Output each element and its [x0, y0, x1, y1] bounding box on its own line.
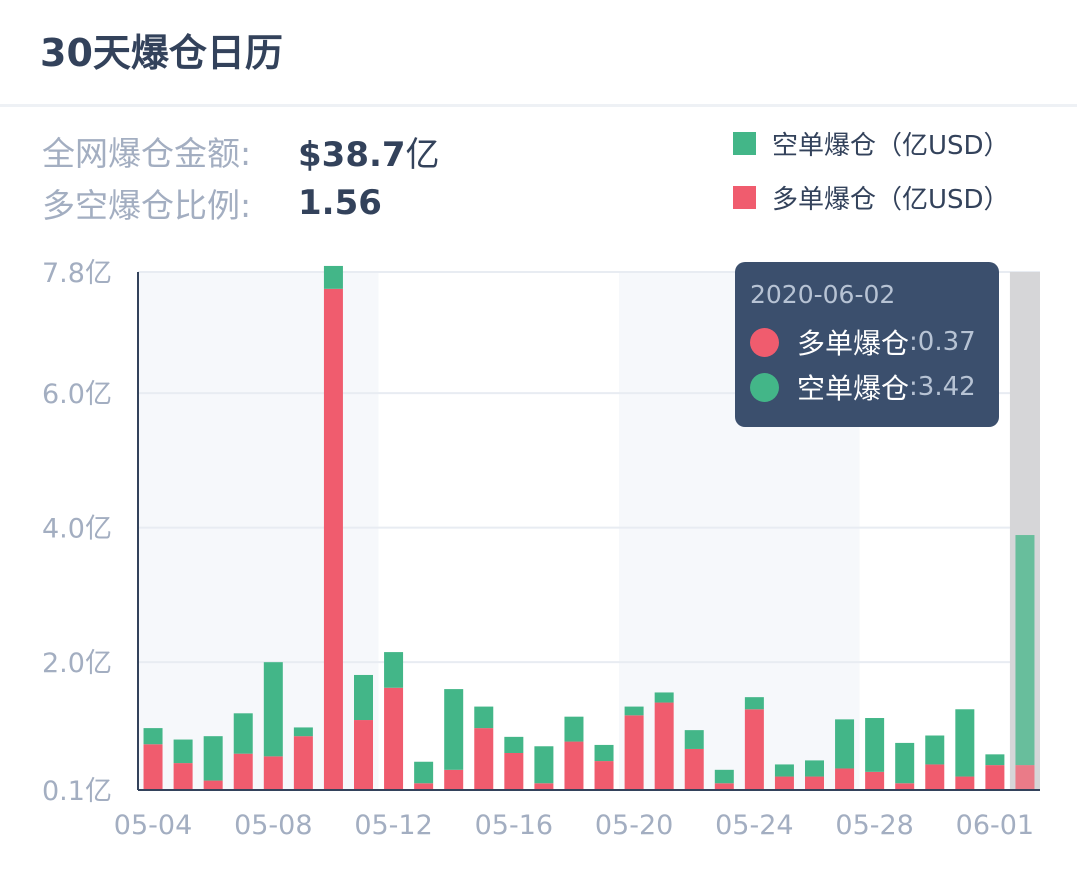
bar-short-05-16[interactable] [504, 736, 524, 753]
y-tick-label: 0.1亿 [42, 776, 112, 807]
x-tick-label: 05-04 [114, 810, 192, 841]
bar-short-05-20[interactable] [624, 706, 644, 716]
y-tick-label: 7.8亿 [42, 258, 112, 289]
bar-short-05-26[interactable] [805, 760, 824, 777]
bar-long-05-16[interactable] [504, 753, 524, 790]
chart-y-tick-labels: 0.1亿 2.0亿 4.0亿 6.0亿 7.8亿 [42, 258, 112, 807]
bar-long-05-12[interactable] [384, 687, 404, 790]
x-tick-label: 05-24 [715, 810, 793, 841]
bar-long-05-24[interactable] [744, 709, 764, 790]
bar-long-05-10[interactable] [323, 288, 343, 790]
chart-x-tick-labels: 05-04 05-08 05-12 05-16 05-20 05-24 05-28 06-01 [114, 810, 1034, 841]
tooltip-dot-short [750, 372, 779, 402]
bar-long-05-11[interactable] [354, 720, 373, 790]
bar-long-05-28[interactable] [865, 771, 885, 790]
x-tick-label: 05-20 [595, 810, 673, 841]
bar-short-05-23[interactable] [714, 769, 734, 784]
bar-long-05-17[interactable] [534, 783, 554, 790]
bar-long-05-23[interactable] [714, 783, 734, 790]
bar-long-05-21[interactable] [654, 702, 674, 790]
bar-short-05-06[interactable] [203, 736, 223, 781]
bar-short-06-01[interactable] [985, 754, 1005, 766]
bar-long-05-08[interactable] [263, 756, 283, 790]
x-tick-label: 05-12 [354, 810, 432, 841]
x-tick-label: 05-08 [234, 810, 312, 841]
y-tick-label: 6.0亿 [42, 379, 112, 410]
bar-short-05-25[interactable] [774, 764, 794, 777]
bar-long-05-25[interactable] [774, 776, 794, 790]
tooltip-sep-short: : [909, 372, 918, 402]
bar-short-05-30[interactable] [925, 735, 945, 765]
bar-long-05-26[interactable] [805, 776, 824, 790]
tooltip-sep-long: : [909, 327, 918, 357]
bar-long-05-22[interactable] [684, 748, 704, 790]
bar-short-05-05[interactable] [173, 739, 193, 764]
bar-long-05-05[interactable] [173, 763, 193, 790]
bar-long-05-14[interactable] [444, 769, 464, 790]
x-tick-label: 05-28 [835, 810, 913, 841]
bar-short-05-12[interactable] [384, 652, 404, 688]
bar-short-05-19[interactable] [594, 744, 614, 762]
bar-short-05-14[interactable] [444, 689, 464, 770]
bar-short-05-29[interactable] [895, 742, 915, 784]
bar-short-05-17[interactable] [534, 746, 554, 784]
bar-long-05-19[interactable] [594, 761, 614, 790]
tooltip-value-long: 0.37 [917, 327, 976, 357]
bar-long-05-15[interactable] [474, 728, 494, 790]
chart-tooltip: 2020-06-02 多单爆仓: 0.37 空单爆仓: 3.42 [735, 262, 999, 427]
bar-long-05-31[interactable] [955, 776, 975, 790]
bar-long-06-02[interactable] [1015, 765, 1035, 790]
bar-short-05-07[interactable] [233, 713, 253, 754]
bar-short-05-13[interactable] [414, 761, 434, 784]
bar-short-05-27[interactable] [835, 719, 855, 769]
tooltip-name-short: 空单爆仓 [797, 372, 910, 405]
bar-short-06-02[interactable] [1015, 535, 1035, 766]
bar-long-05-04[interactable] [143, 744, 163, 790]
tooltip-date: 2020-06-02 [750, 280, 896, 309]
bar-long-05-09[interactable] [293, 736, 313, 790]
bar-short-05-31[interactable] [955, 709, 975, 777]
y-tick-label: 2.0亿 [42, 648, 112, 679]
y-tick-label: 4.0亿 [42, 514, 112, 545]
bar-long-05-30[interactable] [925, 764, 945, 790]
tooltip-row-long: 多单爆仓: 0.37 [750, 322, 976, 362]
bar-short-05-15[interactable] [474, 706, 494, 729]
bar-long-05-06[interactable] [203, 780, 223, 790]
bar-short-05-10[interactable] [323, 265, 343, 289]
bar-short-05-08[interactable] [263, 662, 283, 757]
x-tick-label: 06-01 [956, 810, 1034, 841]
bar-long-05-18[interactable] [564, 741, 584, 790]
bar-long-05-07[interactable] [233, 753, 253, 790]
bar-long-06-01[interactable] [985, 765, 1005, 790]
bar-short-05-04[interactable] [143, 728, 163, 745]
bar-short-05-09[interactable] [293, 727, 313, 737]
bar-long-05-29[interactable] [895, 783, 915, 790]
tooltip-dot-long [750, 327, 779, 357]
bar-long-05-27[interactable] [835, 768, 855, 790]
bar-long-05-13[interactable] [414, 783, 434, 790]
x-tick-label: 05-16 [475, 810, 553, 841]
tooltip-name-long: 多单爆仓 [797, 327, 910, 360]
bar-short-05-21[interactable] [654, 692, 674, 703]
bar-long-05-20[interactable] [624, 715, 644, 790]
tooltip-value-short: 3.42 [917, 372, 976, 402]
bar-short-05-18[interactable] [564, 716, 584, 742]
bar-short-05-22[interactable] [684, 730, 704, 749]
liquidation-bar-chart[interactable]: 0.1亿 2.0亿 4.0亿 6.0亿 7.8亿 05-04 05-08 05-12 05-1… [0, 0, 1077, 889]
bar-short-05-11[interactable] [354, 674, 373, 721]
bar-short-05-28[interactable] [865, 718, 885, 772]
tooltip-row-short: 空单爆仓: 3.42 [750, 367, 976, 407]
bar-short-05-24[interactable] [744, 697, 764, 710]
